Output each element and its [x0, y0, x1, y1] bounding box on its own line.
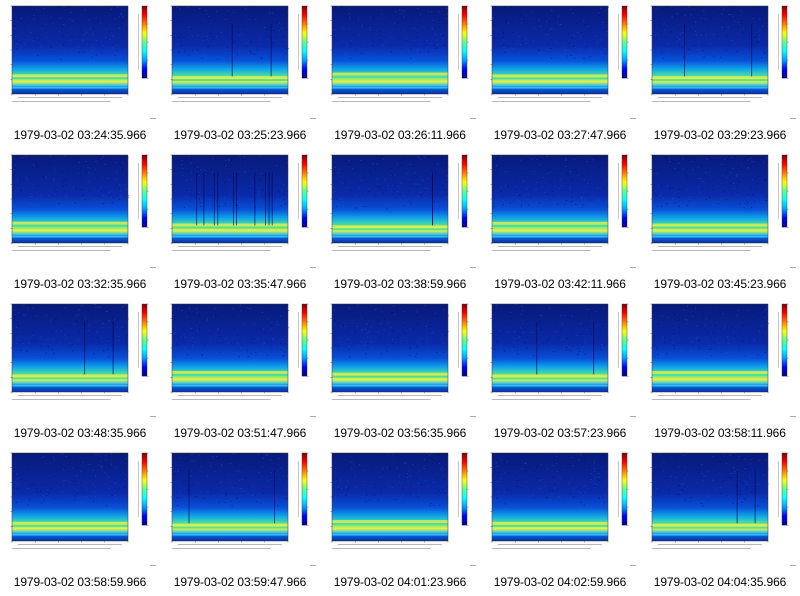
gallery-item[interactable]: 1979-03-02 03:24:35.966 — [0, 0, 160, 149]
colorbar — [461, 452, 468, 526]
gallery-item[interactable]: 1979-03-02 03:27:47.966 — [480, 0, 640, 149]
spectrogram-thumbnail[interactable] — [160, 149, 320, 274]
colorbar — [301, 452, 308, 526]
thumbnail-caption: 1979-03-02 03:45:23.966 — [653, 277, 787, 291]
spectrogram-gallery: 1979-03-02 03:24:35.966 1979-03-02 03:25:… — [0, 0, 800, 596]
spectrogram-plot-area — [332, 304, 448, 392]
colorbar — [141, 303, 148, 377]
spectrogram-thumbnail[interactable] — [640, 0, 800, 125]
spectrogram-thumbnail[interactable] — [160, 298, 320, 423]
colorbar — [461, 303, 468, 377]
spectrogram-thumbnail[interactable] — [320, 447, 480, 572]
spectrogram-plot-area — [652, 304, 768, 392]
gallery-item[interactable]: 1979-03-02 04:02:59.966 — [480, 447, 640, 596]
spectrogram-plot-area — [332, 453, 448, 541]
spectrogram-thumbnail[interactable] — [640, 298, 800, 423]
spectrogram-plot-area — [492, 155, 608, 243]
thumbnail-caption: 1979-03-02 03:59:47.966 — [173, 575, 307, 589]
spectrogram-thumbnail[interactable] — [480, 298, 640, 423]
spectrogram-plot-area — [12, 453, 128, 541]
gallery-item[interactable]: 1979-03-02 03:59:47.966 — [160, 447, 320, 596]
gallery-item[interactable]: 1979-03-02 03:42:11.966 — [480, 149, 640, 298]
gallery-item[interactable]: 1979-03-02 03:32:35.966 — [0, 149, 160, 298]
spectrogram-thumbnail[interactable] — [160, 0, 320, 125]
colorbar — [141, 5, 148, 79]
gallery-item[interactable]: 1979-03-02 03:25:23.966 — [160, 0, 320, 149]
colorbar — [621, 303, 628, 377]
thumbnail-caption: 1979-03-02 03:58:11.966 — [654, 426, 786, 440]
spectrogram-thumbnail[interactable] — [160, 447, 320, 572]
spectrogram-thumbnail[interactable] — [0, 149, 160, 274]
gallery-item[interactable]: 1979-03-02 03:29:23.966 — [640, 0, 800, 149]
thumbnail-caption: 1979-03-02 03:58:59.966 — [13, 575, 147, 589]
thumbnail-caption: 1979-03-02 03:29:23.966 — [653, 128, 787, 142]
colorbar — [301, 303, 308, 377]
spectrogram-thumbnail[interactable] — [480, 447, 640, 572]
spectrogram-thumbnail[interactable] — [640, 149, 800, 274]
colorbar — [301, 5, 308, 79]
spectrogram-plot-area — [172, 304, 288, 392]
spectrogram-thumbnail[interactable] — [640, 447, 800, 572]
spectrogram-thumbnail[interactable] — [0, 298, 160, 423]
spectrogram-plot-area — [652, 155, 768, 243]
spectrogram-plot-area — [492, 453, 608, 541]
spectrogram-thumbnail[interactable] — [0, 0, 160, 125]
colorbar — [461, 154, 468, 228]
gallery-item[interactable]: 1979-03-02 04:01:23.966 — [320, 447, 480, 596]
thumbnail-caption: 1979-03-02 03:24:35.966 — [13, 128, 147, 142]
colorbar — [621, 5, 628, 79]
colorbar — [781, 154, 788, 228]
thumbnail-caption: 1979-03-02 03:38:59.966 — [333, 277, 467, 291]
colorbar — [781, 452, 788, 526]
thumbnail-caption: 1979-03-02 03:25:23.966 — [173, 128, 307, 142]
colorbar — [461, 5, 468, 79]
spectrogram-thumbnail[interactable] — [320, 298, 480, 423]
colorbar — [301, 154, 308, 228]
thumbnail-caption: 1979-03-02 03:32:35.966 — [13, 277, 147, 291]
thumbnail-caption: 1979-03-02 03:42:11.966 — [494, 277, 626, 291]
colorbar — [781, 303, 788, 377]
gallery-item[interactable]: 1979-03-02 03:38:59.966 — [320, 149, 480, 298]
spectrogram-thumbnail[interactable] — [480, 0, 640, 125]
spectrogram-plot-area — [172, 155, 288, 243]
gallery-item[interactable]: 1979-03-02 03:48:35.966 — [0, 298, 160, 447]
spectrogram-thumbnail[interactable] — [320, 149, 480, 274]
thumbnail-caption: 1979-03-02 03:48:35.966 — [13, 426, 147, 440]
thumbnail-caption: 1979-03-02 03:35:47.966 — [173, 277, 307, 291]
gallery-item[interactable]: 1979-03-02 03:26:11.966 — [320, 0, 480, 149]
gallery-item[interactable]: 1979-03-02 03:51:47.966 — [160, 298, 320, 447]
spectrogram-plot-area — [492, 6, 608, 94]
colorbar — [621, 154, 628, 228]
colorbar — [141, 452, 148, 526]
colorbar — [621, 452, 628, 526]
gallery-item[interactable]: 1979-03-02 03:45:23.966 — [640, 149, 800, 298]
colorbar — [781, 5, 788, 79]
gallery-item[interactable]: 1979-03-02 03:35:47.966 — [160, 149, 320, 298]
thumbnail-caption: 1979-03-02 04:01:23.966 — [333, 575, 467, 589]
thumbnail-caption: 1979-03-02 04:02:59.966 — [493, 575, 627, 589]
spectrogram-thumbnail[interactable] — [0, 447, 160, 572]
colorbar — [141, 154, 148, 228]
spectrogram-thumbnail[interactable] — [480, 149, 640, 274]
gallery-item[interactable]: 1979-03-02 04:04:35.966 — [640, 447, 800, 596]
thumbnail-caption: 1979-03-02 03:26:11.966 — [334, 128, 466, 142]
spectrogram-plot-area — [332, 6, 448, 94]
thumbnail-caption: 1979-03-02 03:27:47.966 — [493, 128, 627, 142]
thumbnail-caption: 1979-03-02 04:04:35.966 — [653, 575, 787, 589]
spectrogram-plot-area — [12, 155, 128, 243]
gallery-item[interactable]: 1979-03-02 03:57:23.966 — [480, 298, 640, 447]
gallery-item[interactable]: 1979-03-02 03:56:35.966 — [320, 298, 480, 447]
gallery-item[interactable]: 1979-03-02 03:58:11.966 — [640, 298, 800, 447]
thumbnail-caption: 1979-03-02 03:57:23.966 — [493, 426, 627, 440]
gallery-item[interactable]: 1979-03-02 03:58:59.966 — [0, 447, 160, 596]
thumbnail-caption: 1979-03-02 03:56:35.966 — [333, 426, 467, 440]
spectrogram-plot-area — [12, 6, 128, 94]
spectrogram-thumbnail[interactable] — [320, 0, 480, 125]
thumbnail-caption: 1979-03-02 03:51:47.966 — [173, 426, 307, 440]
